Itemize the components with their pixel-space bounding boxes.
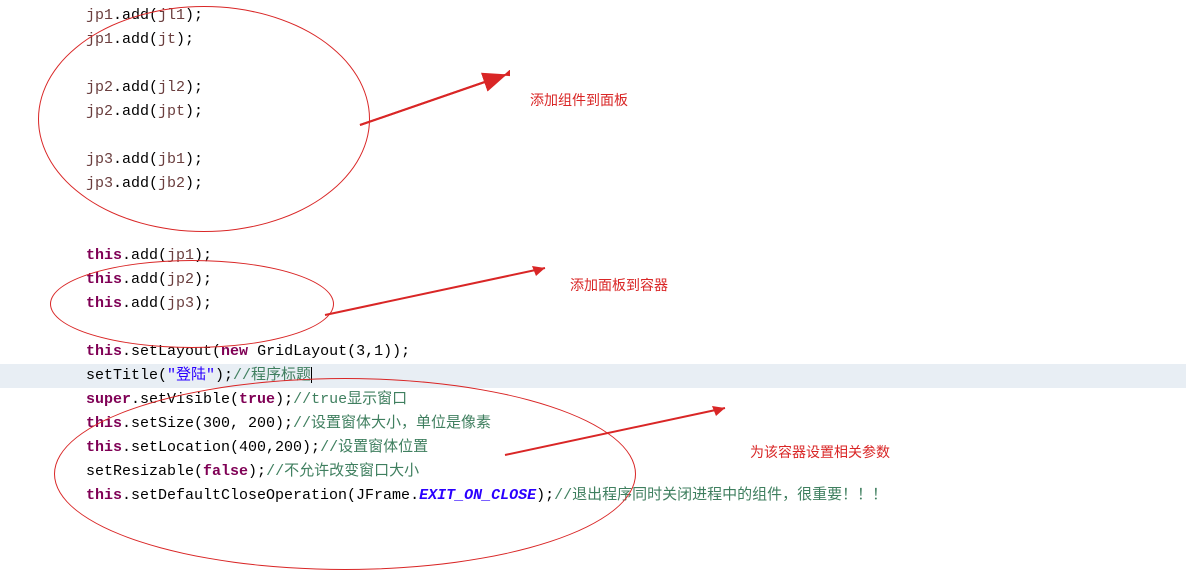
annotation-label: 添加面板到容器	[570, 275, 668, 295]
code-line	[86, 316, 1186, 340]
code-line: jp3.add(jb2);	[86, 172, 1186, 196]
code-line	[86, 220, 1186, 244]
code-line: this.add(jp3);	[86, 292, 1186, 316]
code-line: jp1.add(jt);	[86, 28, 1186, 52]
code-line: this.add(jp1);	[86, 244, 1186, 268]
code-line: this.setDefaultCloseOperation(JFrame.EXI…	[86, 484, 1186, 508]
annotation-label: 添加组件到面板	[530, 90, 628, 110]
code-line: this.setLayout(new GridLayout(3,1));	[86, 340, 1186, 364]
code-line: jp1.add(jl1);	[86, 4, 1186, 28]
code-line: this.setSize(300, 200);//设置窗体大小，单位是像素	[86, 412, 1186, 436]
code-line-highlighted: setTitle("登陆");//程序标题	[0, 364, 1186, 388]
code-line: this.setLocation(400,200);//设置窗体位置	[86, 436, 1186, 460]
code-block: jp1.add(jl1); jp1.add(jt); jp2.add(jl2);…	[0, 0, 1186, 508]
code-line	[86, 196, 1186, 220]
code-line: super.setVisible(true);//true显示窗口	[86, 388, 1186, 412]
text-cursor	[311, 367, 312, 383]
code-line: jp3.add(jb1);	[86, 148, 1186, 172]
code-line	[86, 124, 1186, 148]
code-line: setResizable(false);//不允许改变窗口大小	[86, 460, 1186, 484]
code-line: jp2.add(jl2);	[86, 76, 1186, 100]
annotation-label: 为该容器设置相关参数	[750, 442, 890, 462]
code-line: jp2.add(jpt);	[86, 100, 1186, 124]
code-line	[86, 52, 1186, 76]
